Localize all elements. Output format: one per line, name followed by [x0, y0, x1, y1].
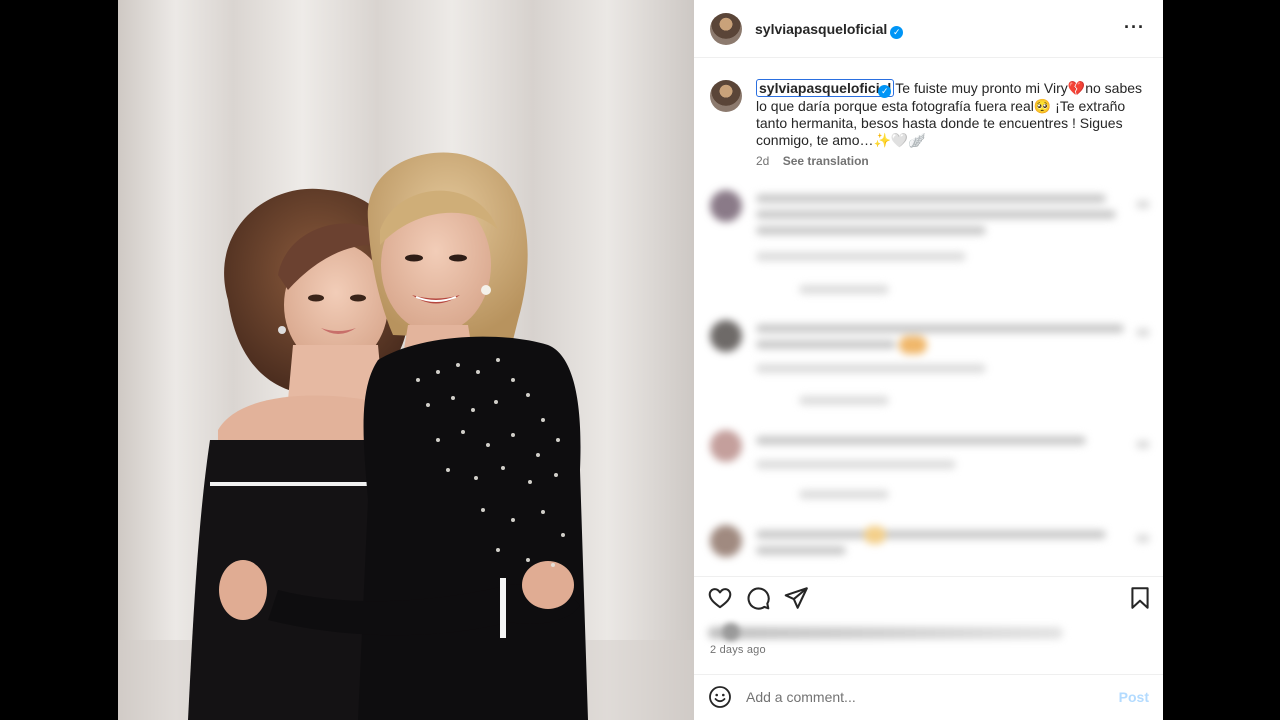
- more-options-icon[interactable]: ···: [1124, 17, 1145, 38]
- post-caption: sylviapasqueloficial✓ Te fuiste muy pront…: [756, 79, 1148, 149]
- post-photo-image: [118, 0, 694, 720]
- blurred-comments: [694, 180, 1163, 576]
- caption-username[interactable]: sylviapasqueloficial: [756, 79, 895, 97]
- author-username[interactable]: sylviapasqueloficial: [755, 21, 887, 37]
- verified-badge-icon: ✓: [890, 26, 904, 39]
- author-name-row: sylviapasqueloficial ✓: [755, 21, 904, 39]
- post-photo[interactable]: [118, 0, 694, 720]
- comment-icon[interactable]: [745, 585, 771, 611]
- post-header: sylviapasqueloficial ✓ ···: [694, 0, 1163, 58]
- post-sidebar: sylviapasqueloficial ✓ ··· sylviapasquelo…: [694, 0, 1163, 720]
- post-time-ago: 2 days ago: [710, 644, 766, 656]
- author-avatar[interactable]: [710, 13, 742, 45]
- likes-avatar: [722, 623, 740, 641]
- caption-meta: 2d See translation: [756, 154, 869, 168]
- comment-input[interactable]: [746, 683, 1106, 711]
- caption-avatar[interactable]: [710, 80, 742, 112]
- send-icon[interactable]: [783, 585, 809, 611]
- heart-icon[interactable]: [707, 585, 733, 611]
- instagram-post-modal: sylviapasqueloficial ✓ ··· sylviapasquelo…: [0, 0, 1280, 720]
- comments-list[interactable]: [694, 180, 1163, 576]
- caption-age: 2d: [756, 154, 770, 168]
- emoji-icon[interactable]: [708, 685, 732, 709]
- likes-summary-blurred: [708, 627, 1063, 639]
- post-comment-button[interactable]: Post: [1119, 689, 1149, 705]
- bookmark-icon[interactable]: [1127, 585, 1153, 611]
- see-translation-link[interactable]: See translation: [783, 154, 869, 168]
- add-comment-bar: Post: [694, 674, 1163, 720]
